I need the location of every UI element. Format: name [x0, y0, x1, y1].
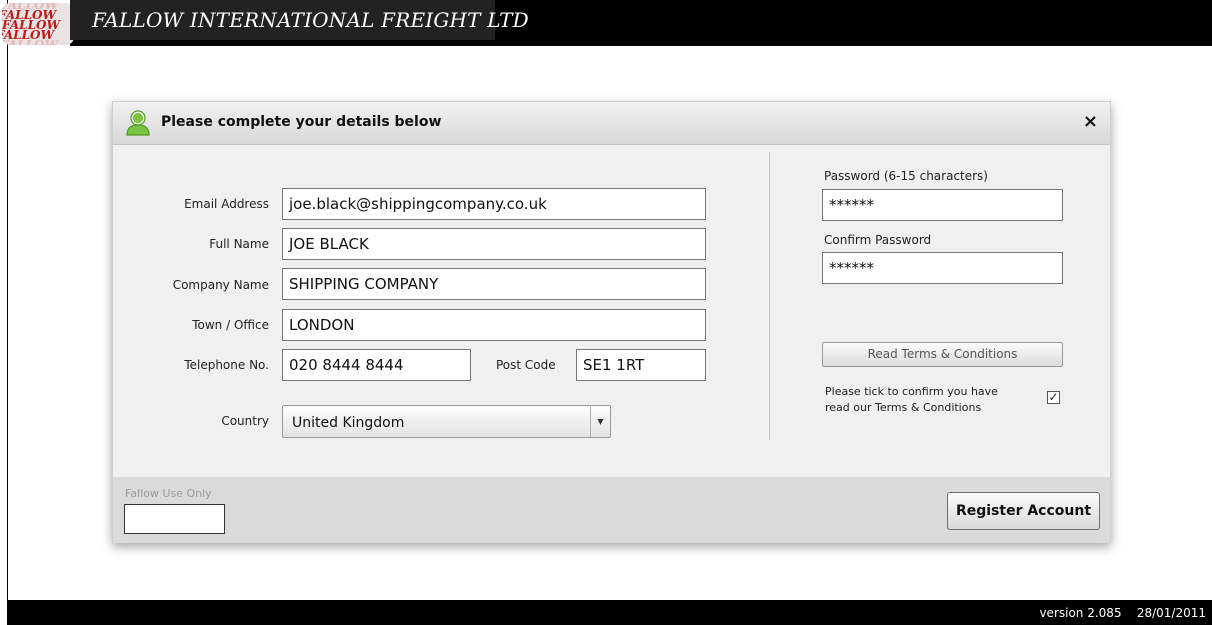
fullname-field[interactable]: JOE BLACK — [282, 228, 706, 260]
dialog-footer: Fallow Use Only Register Account — [113, 477, 1110, 543]
confirm-password-field[interactable]: ****** — [822, 252, 1063, 284]
fallow-use-label: Fallow Use Only — [125, 487, 212, 500]
register-account-button[interactable]: Register Account — [947, 492, 1100, 530]
fullname-label: Full Name — [209, 237, 269, 251]
column-divider — [769, 152, 770, 440]
password-label: Password (6-15 characters) — [824, 169, 988, 183]
terms-checkbox[interactable]: ✓ — [1047, 391, 1060, 404]
town-field[interactable]: LONDON — [282, 309, 706, 341]
country-select-value: United Kingdom — [292, 415, 405, 431]
company-logo: FALLOW FALLOW FALLOW FALLOW FALLOW — [2, 0, 74, 46]
country-label: Country — [221, 414, 269, 428]
fallow-use-field[interactable] — [124, 504, 225, 534]
app-title: FALLOW INTERNATIONAL FREIGHT LTD — [92, 8, 529, 32]
registration-dialog: Please complete your details below × Ema… — [112, 101, 1111, 543]
terms-note: Please tick to confirm you have read our… — [825, 385, 998, 414]
company-field[interactable]: SHIPPING COMPANY — [282, 268, 706, 300]
phone-field[interactable]: 020 8444 8444 — [282, 349, 471, 381]
postcode-label: Post Code — [496, 358, 556, 372]
email-field[interactable]: joe.black@shippingcompany.co.uk — [282, 188, 706, 220]
status-bar: version 2.085 28/01/2011 — [8, 600, 1212, 625]
email-label: Email Address — [184, 197, 269, 211]
left-border — [0, 0, 8, 625]
postcode-field[interactable]: SE1 1RT — [576, 349, 706, 381]
read-terms-button[interactable]: Read Terms & Conditions — [822, 342, 1063, 367]
confirm-password-label: Confirm Password — [824, 233, 932, 247]
password-field[interactable]: ****** — [822, 189, 1063, 221]
town-label: Town / Office — [192, 318, 269, 332]
dialog-title: Please complete your details below — [161, 114, 442, 130]
version-text: version 2.085 28/01/2011 — [1039, 606, 1206, 620]
close-icon[interactable]: × — [1083, 111, 1098, 132]
app-header: FALLOW FALLOW FALLOW FALLOW FALLOW FALLO… — [2, 0, 1212, 46]
user-icon — [126, 110, 150, 136]
phone-label: Telephone No. — [184, 358, 269, 372]
company-label: Company Name — [172, 278, 269, 292]
country-select[interactable]: United Kingdom ▼ — [282, 405, 611, 438]
dialog-header: Please complete your details below × — [113, 102, 1110, 145]
chevron-down-icon[interactable]: ▼ — [590, 406, 610, 437]
